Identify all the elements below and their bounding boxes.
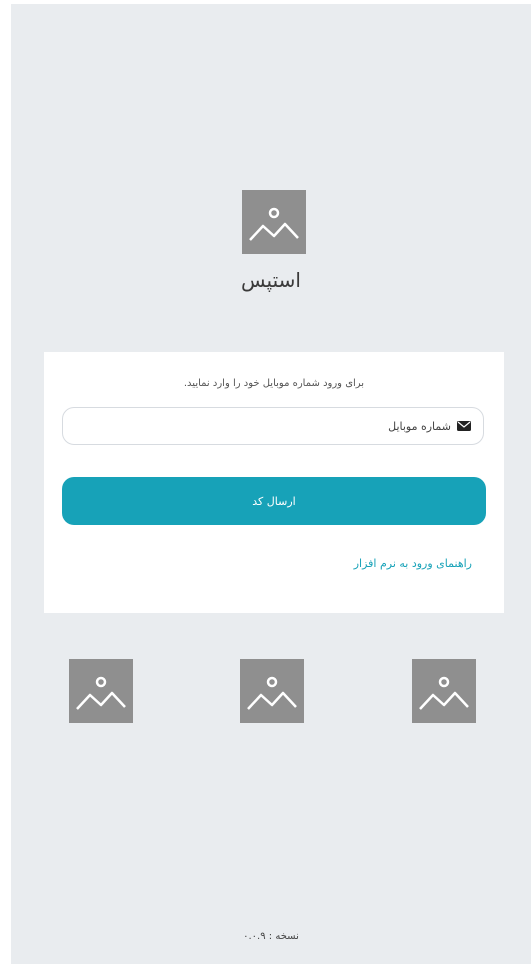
app-name: استپس <box>241 268 301 292</box>
envelope-icon <box>457 421 471 431</box>
image-placeholder-icon-1 <box>69 659 133 723</box>
phone-number-field[interactable] <box>62 407 484 445</box>
login-card: برای ورود شماره موبایل خود را وارد نمایی… <box>44 352 504 613</box>
send-code-button[interactable]: ارسال کد <box>62 477 486 525</box>
app-logo-image-icon <box>242 190 306 254</box>
login-screen: استپس برای ورود شماره موبایل خود را وارد… <box>11 4 531 964</box>
app-version: نسخه : ۰.۰.۹ <box>243 931 299 942</box>
image-placeholder-icon-2 <box>240 659 304 723</box>
login-prompt: برای ورود شماره موبایل خود را وارد نمایی… <box>183 378 365 389</box>
image-placeholder-icon-3 <box>412 659 476 723</box>
phone-number-input[interactable] <box>75 419 451 433</box>
login-help-link[interactable]: راهنمای ورود به نرم افزار <box>354 557 472 570</box>
